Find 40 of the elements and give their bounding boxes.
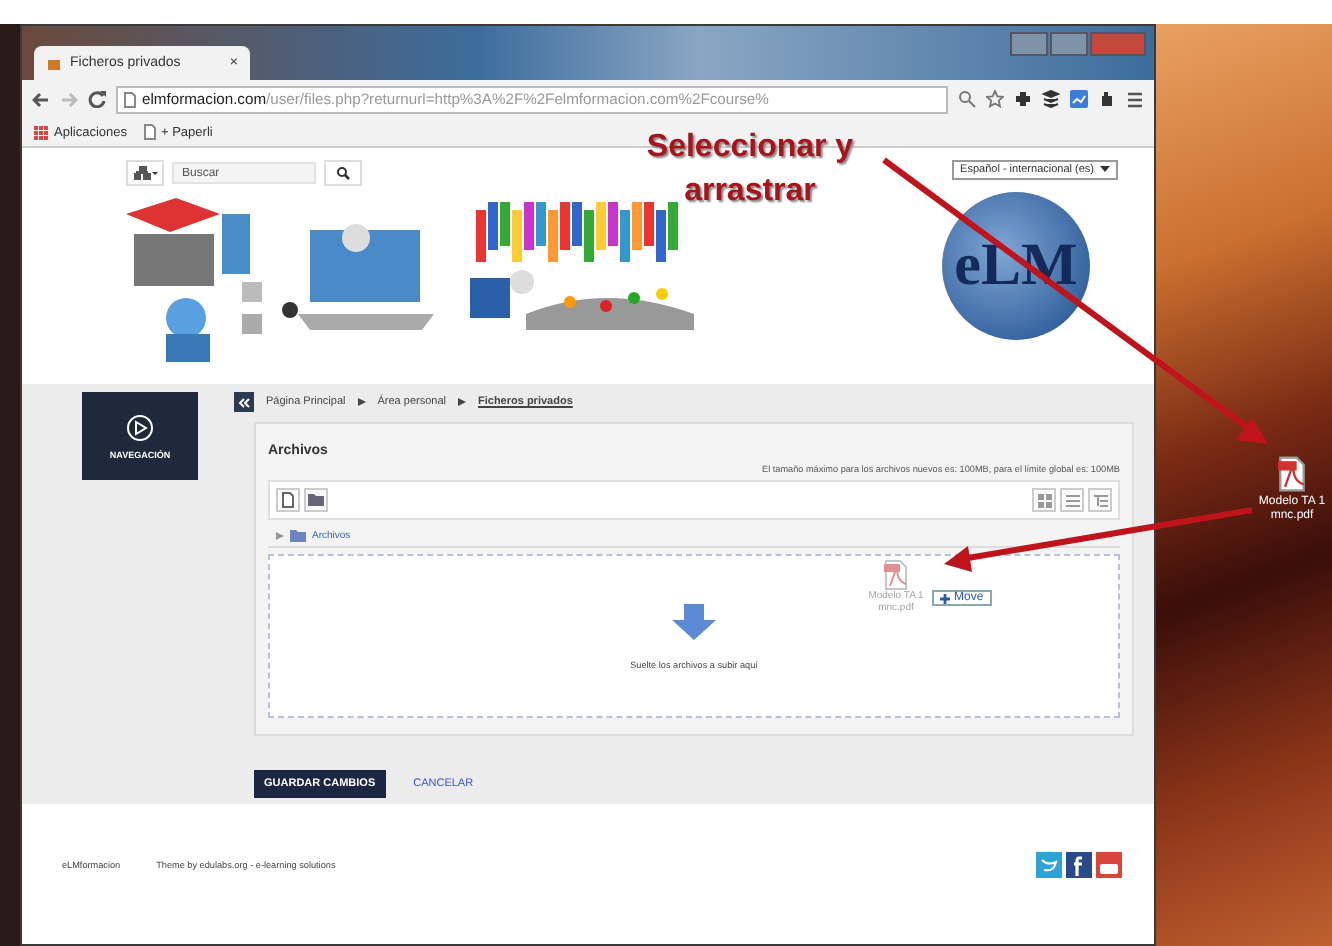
down-arrow-icon bbox=[672, 603, 716, 639]
compass-icon bbox=[126, 413, 154, 441]
sitemap-icon bbox=[133, 166, 157, 180]
annotation-label: Seleccionar y arrastrar bbox=[644, 128, 856, 213]
back-icon[interactable] bbox=[32, 91, 50, 107]
breadcrumb-separator-icon bbox=[458, 398, 466, 406]
icon-view-button[interactable] bbox=[1032, 488, 1056, 512]
file-icon bbox=[282, 492, 294, 508]
pdf-file-icon[interactable] bbox=[1278, 456, 1306, 492]
plus-icon bbox=[940, 593, 950, 603]
search-button[interactable] bbox=[324, 160, 362, 186]
menu-icon[interactable] bbox=[1126, 91, 1144, 107]
tree-view-button[interactable] bbox=[1088, 488, 1112, 512]
double-chevron-icon bbox=[238, 397, 250, 407]
pdf-file-icon bbox=[884, 560, 908, 590]
stack-icon[interactable] bbox=[1042, 90, 1060, 108]
expand-arrow-icon bbox=[276, 532, 284, 540]
grid-icon bbox=[1037, 493, 1051, 507]
bird-tile-icon[interactable] bbox=[1036, 851, 1062, 877]
letter-f-tile-icon[interactable] bbox=[1066, 851, 1092, 877]
search-icon bbox=[336, 166, 350, 180]
page-icon bbox=[143, 124, 155, 140]
reload-icon[interactable] bbox=[88, 90, 106, 108]
tree-icon bbox=[1093, 493, 1107, 507]
list-icon bbox=[1065, 493, 1079, 507]
star-icon[interactable] bbox=[986, 90, 1004, 108]
zoom-icon[interactable] bbox=[958, 90, 976, 108]
chart-icon[interactable] bbox=[1070, 90, 1088, 108]
breadcrumb-separator-icon bbox=[357, 398, 366, 406]
sitemap-dropdown[interactable] bbox=[126, 160, 164, 186]
dropdown-caret-icon bbox=[1100, 164, 1110, 174]
apps-grid-icon bbox=[34, 125, 48, 139]
collapse-button[interactable] bbox=[234, 392, 254, 412]
list-view-button[interactable] bbox=[1060, 488, 1084, 512]
video-tile-icon[interactable] bbox=[1096, 851, 1122, 877]
folder-icon bbox=[308, 494, 324, 506]
new-folder-button[interactable] bbox=[304, 488, 328, 512]
folder-icon bbox=[290, 530, 306, 542]
page-icon bbox=[124, 91, 136, 107]
add-file-button[interactable] bbox=[276, 488, 300, 512]
